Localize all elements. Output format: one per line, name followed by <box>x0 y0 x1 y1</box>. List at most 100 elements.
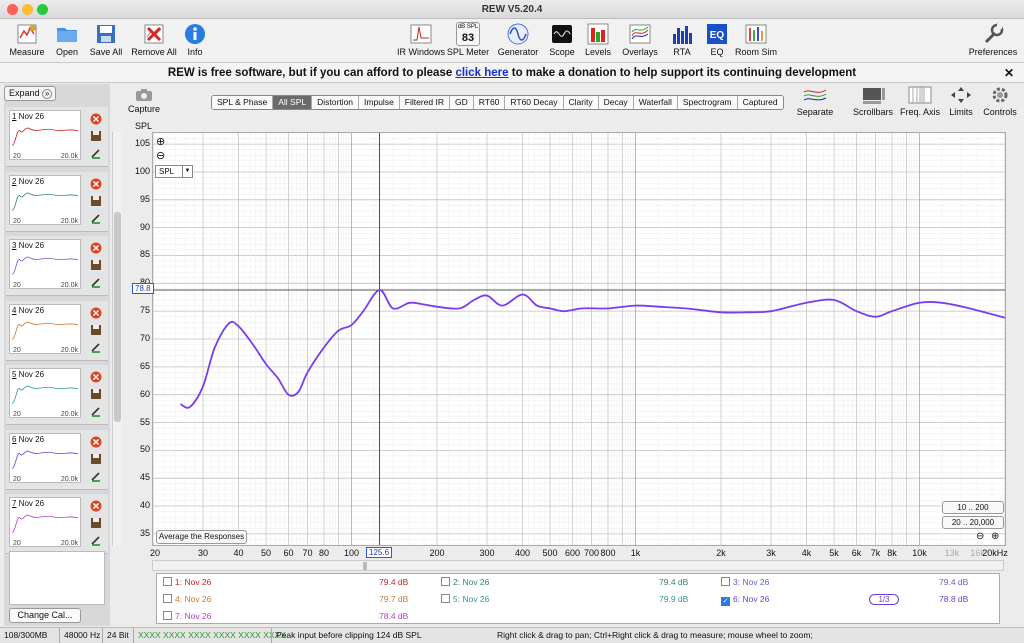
remove-measurement-icon[interactable] <box>90 436 102 448</box>
y-axis-select[interactable]: SPL ▼ <box>155 165 193 178</box>
tab-spectrogram[interactable]: Spectrogram <box>677 96 738 109</box>
legend-value: 79.9 dB <box>659 594 689 604</box>
save-measurement-icon[interactable] <box>90 195 102 207</box>
save-all-button[interactable]: Save All <box>79 22 133 60</box>
zoom-in-x-icon[interactable]: ⊕ <box>991 531 999 542</box>
zoom-in-icon[interactable]: ⊕ <box>156 135 165 148</box>
range-10-200-button[interactable]: 10 .. 200 <box>942 501 1004 514</box>
notes-area[interactable] <box>9 551 105 605</box>
edit-measurement-icon[interactable] <box>90 405 102 417</box>
tab-spl-phase[interactable]: SPL & Phase <box>212 96 274 109</box>
tab-waterfall[interactable]: Waterfall <box>633 96 678 109</box>
measurement-item[interactable]: 4 Nov 26 20 20.0k <box>6 300 108 361</box>
remove-measurement-icon[interactable] <box>90 500 102 512</box>
x-tick-label: 30 <box>197 548 209 558</box>
edit-measurement-icon[interactable] <box>90 212 102 224</box>
remove-measurement-icon[interactable] <box>90 178 102 190</box>
tab-captured[interactable]: Captured <box>737 96 783 109</box>
legend-checkbox[interactable] <box>163 577 172 586</box>
measurement-item[interactable]: 3 Nov 26 20 20.0k <box>6 236 108 296</box>
legend-checkbox[interactable] <box>163 611 172 620</box>
tab-filtered-ir[interactable]: Filtered IR <box>399 96 451 109</box>
capture-button[interactable]: Capture <box>128 88 160 114</box>
tab-distortion[interactable]: Distortion <box>312 96 360 109</box>
legend-item[interactable]: 4: Nov 26 <box>163 594 211 604</box>
spl-graph[interactable] <box>153 133 1005 545</box>
x-tick-label: 70 <box>302 548 313 558</box>
graph-area[interactable] <box>152 132 1006 546</box>
measurement-item[interactable]: 5 Nov 26 20 20.0k <box>6 365 108 425</box>
close-window-button[interactable] <box>7 4 18 15</box>
wrench-icon <box>984 23 1004 44</box>
save-measurement-icon[interactable] <box>90 453 102 465</box>
x-tick-label: 600 <box>564 548 581 558</box>
measurement-item[interactable]: 6 Nov 26 20 20.0k <box>6 429 108 490</box>
edit-measurement-icon[interactable] <box>90 147 102 159</box>
tab-decay[interactable]: Decay <box>598 96 634 109</box>
zoom-out-x-icon[interactable]: ⊖ <box>976 531 984 542</box>
zoom-window-button[interactable] <box>37 4 48 15</box>
controls-button[interactable]: Controls <box>982 86 1018 117</box>
measurement-item[interactable]: 2 Nov 26 20 20.0k <box>6 171 108 232</box>
tab-all-spl[interactable]: All SPL <box>273 96 313 109</box>
legend-item[interactable]: 2: Nov 26 <box>441 577 489 587</box>
range-20-20000-button[interactable]: 20 .. 20,000 <box>942 516 1004 529</box>
close-banner-icon[interactable]: ✕ <box>1004 63 1014 83</box>
legend-item[interactable]: 3: Nov 26 <box>721 577 769 587</box>
tab-gd[interactable]: GD <box>450 96 474 109</box>
info-button[interactable]: Info <box>168 22 222 60</box>
legend-item[interactable]: 1: Nov 26 <box>163 577 211 587</box>
save-measurement-icon[interactable] <box>90 388 102 400</box>
room-sim-button[interactable]: Room Sim <box>729 22 783 60</box>
measurement-item[interactable]: 7 Nov 26 20 20.0k <box>6 494 108 554</box>
remove-measurement-icon[interactable] <box>90 371 102 383</box>
measurement-item[interactable]: 1 Nov 26 20 20.0k <box>6 107 108 167</box>
average-responses-button[interactable]: Average the Responses <box>156 530 247 544</box>
legend-item[interactable]: 5: Nov 26 <box>441 594 489 604</box>
remove-measurement-icon[interactable] <box>90 307 102 319</box>
legend-item[interactable]: ✓ 6: Nov 26 <box>721 594 769 606</box>
edit-measurement-icon[interactable] <box>90 534 102 546</box>
scrollbars-button[interactable]: Scrollbars <box>852 86 894 117</box>
zoom-out-icon[interactable]: ⊖ <box>156 149 165 162</box>
change-cal-button[interactable]: Change Cal... <box>9 608 81 623</box>
legend-checkbox[interactable]: ✓ <box>721 597 730 606</box>
ir-windows-button[interactable]: IR Windows <box>394 22 448 60</box>
legend-checkbox[interactable] <box>441 577 450 586</box>
scroll-thumb[interactable] <box>114 212 121 422</box>
horizontal-scrollbar[interactable] <box>152 560 1004 571</box>
smoothing-indicator[interactable]: 1/3 <box>869 594 899 605</box>
measurement-scrollbar[interactable] <box>112 132 122 546</box>
expand-button[interactable]: Expand » <box>4 86 56 101</box>
edit-measurement-icon[interactable] <box>90 470 102 482</box>
scroll-thumb-h[interactable] <box>363 562 367 570</box>
preferences-button[interactable]: Preferences <box>964 22 1022 60</box>
save-measurement-icon[interactable] <box>90 517 102 529</box>
legend-checkbox[interactable] <box>441 594 450 603</box>
freq-axis-button[interactable]: Freq. Axis <box>900 86 940 117</box>
save-measurement-icon[interactable] <box>90 259 102 271</box>
save-measurement-icon[interactable] <box>90 130 102 142</box>
measurement-trace <box>11 256 79 275</box>
legend-checkbox[interactable] <box>163 594 172 603</box>
limits-button[interactable]: Limits <box>946 86 976 117</box>
expand-label: Expand <box>9 88 40 98</box>
remove-measurement-icon[interactable] <box>90 242 102 254</box>
minimize-window-button[interactable] <box>22 4 33 15</box>
y-tick-label: 40 <box>139 500 150 511</box>
chevron-right-icon: » <box>42 89 53 99</box>
remove-measurement-icon[interactable] <box>90 113 102 125</box>
legend-item[interactable]: 7: Nov 26 <box>163 611 211 621</box>
tab-impulse[interactable]: Impulse <box>359 96 400 109</box>
tab-rt60[interactable]: RT60 <box>473 96 506 109</box>
spl-meter-button[interactable]: dB SPL 83 SPL Meter <box>441 22 495 60</box>
legend-value: 79.4 dB <box>939 577 969 587</box>
save-measurement-icon[interactable] <box>90 324 102 336</box>
legend-checkbox[interactable] <box>721 577 730 586</box>
tab-clarity[interactable]: Clarity <box>563 96 599 109</box>
tab-rt60-decay[interactable]: RT60 Decay <box>505 96 564 109</box>
donation-link[interactable]: click here <box>455 67 508 79</box>
separate-button[interactable]: Separate <box>796 86 834 117</box>
edit-measurement-icon[interactable] <box>90 276 102 288</box>
edit-measurement-icon[interactable] <box>90 341 102 353</box>
